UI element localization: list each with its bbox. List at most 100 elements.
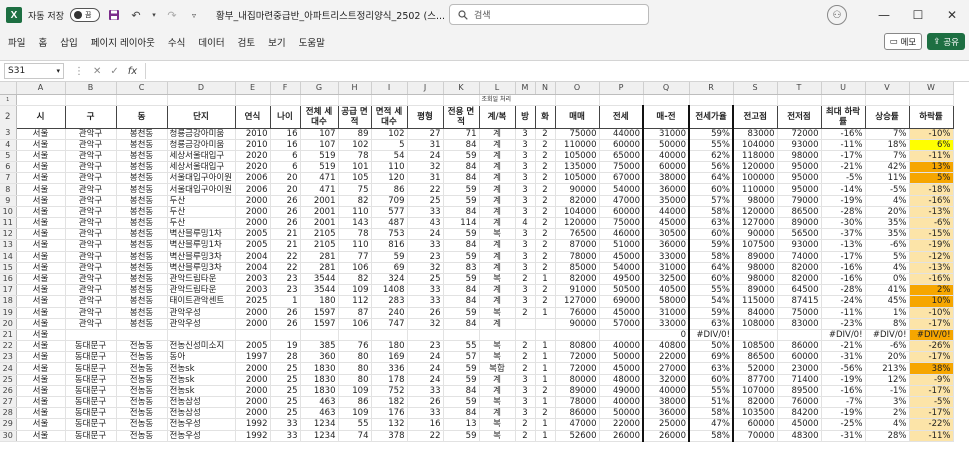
column-title[interactable]: 구: [64, 104, 117, 129]
cell[interactable]: 32: [407, 262, 444, 274]
cell[interactable]: 2: [535, 385, 556, 398]
column-title[interactable]: 동: [115, 104, 168, 129]
cell[interactable]: 1997: [235, 351, 271, 364]
cell[interactable]: 59: [443, 362, 480, 375]
cell[interactable]: 복: [479, 351, 516, 364]
cell[interactable]: 1234: [300, 430, 339, 442]
cell[interactable]: 60%: [688, 183, 734, 196]
column-header-A[interactable]: A: [16, 82, 66, 95]
cell[interactable]: 84: [443, 206, 480, 219]
cell[interactable]: 107000: [733, 385, 778, 398]
cell[interactable]: 2105: [300, 228, 339, 241]
cell[interactable]: 관악구: [65, 161, 117, 174]
cell[interactable]: 2001: [300, 206, 339, 219]
cell[interactable]: 4%: [865, 262, 910, 274]
cell[interactable]: -19%: [821, 374, 866, 386]
cell[interactable]: 2000: [235, 307, 271, 319]
cell[interactable]: [167, 94, 236, 106]
cell[interactable]: 87700: [733, 374, 778, 386]
cell[interactable]: [270, 94, 301, 106]
cell[interactable]: 전농동: [116, 362, 168, 375]
column-header-M[interactable]: M: [515, 82, 536, 95]
cell[interactable]: 26: [270, 195, 301, 207]
cell[interactable]: 계: [479, 161, 516, 174]
cell[interactable]: 봉천동: [116, 284, 168, 297]
cell[interactable]: 80800: [555, 340, 600, 353]
cell[interactable]: 2000: [235, 318, 271, 330]
cell[interactable]: #DIV/0!: [688, 329, 734, 342]
column-title[interactable]: 방: [514, 104, 536, 129]
cell[interactable]: 50500: [599, 284, 644, 297]
cell[interactable]: 89000: [777, 217, 822, 230]
cell[interactable]: 3: [515, 239, 536, 252]
cell[interactable]: 127000: [555, 295, 600, 308]
cell[interactable]: 55%: [688, 385, 734, 398]
column-header-L[interactable]: L: [479, 82, 516, 95]
cell[interactable]: 57: [443, 351, 480, 364]
tab-review[interactable]: 검토: [238, 35, 255, 49]
cell[interactable]: -9%: [909, 374, 954, 386]
row-header[interactable]: 12: [0, 228, 17, 241]
cell[interactable]: 76500: [555, 228, 600, 241]
customize-toolbar-icon[interactable]: ▿: [186, 7, 202, 23]
cell[interactable]: 55: [338, 418, 372, 431]
column-header-W[interactable]: W: [909, 82, 954, 95]
cell[interactable]: 107: [300, 139, 339, 151]
cell[interactable]: 관악구: [65, 318, 117, 330]
cell[interactable]: 102: [338, 139, 372, 151]
column-title[interactable]: 상승률: [864, 104, 910, 129]
cell[interactable]: 33: [270, 430, 301, 442]
cell[interactable]: 71400: [777, 374, 822, 386]
cell[interactable]: 63%: [688, 318, 734, 330]
cell[interactable]: 40000: [599, 340, 644, 353]
cell[interactable]: 2: [535, 284, 556, 297]
cell[interactable]: 84: [443, 407, 480, 420]
maximize-icon[interactable]: ☐: [901, 0, 935, 30]
column-title[interactable]: 매-전: [642, 104, 690, 129]
cell[interactable]: 봉천동: [116, 217, 168, 230]
autosave-toggle[interactable]: 끔: [69, 8, 100, 22]
cell[interactable]: 계: [479, 407, 516, 420]
cell[interactable]: 2: [535, 228, 556, 241]
cell[interactable]: [371, 94, 408, 106]
cell[interactable]: 60000: [642, 161, 690, 174]
cell[interactable]: 80000: [555, 374, 600, 386]
cell[interactable]: -16%: [821, 385, 866, 398]
column-header-K[interactable]: K: [443, 82, 480, 95]
cell[interactable]: 두산: [167, 195, 236, 207]
column-header-S[interactable]: S: [733, 82, 778, 95]
cell[interactable]: 40000: [642, 150, 690, 163]
cell[interactable]: 324: [371, 273, 408, 286]
column-title[interactable]: 전용 면적: [442, 104, 480, 129]
cell[interactable]: [777, 329, 822, 342]
cell[interactable]: 60000: [599, 206, 644, 219]
cell[interactable]: 동대문구: [65, 430, 117, 442]
cell[interactable]: 38000: [642, 396, 690, 409]
cell[interactable]: 25000: [642, 418, 690, 431]
cell[interactable]: 25: [270, 396, 301, 409]
cell[interactable]: 2006: [235, 172, 271, 185]
cell[interactable]: 55%: [688, 139, 734, 151]
cell[interactable]: 복: [479, 228, 516, 241]
cell[interactable]: [535, 318, 556, 330]
cell[interactable]: 54000: [599, 183, 644, 196]
cell[interactable]: 벽산블루밍3차: [167, 251, 236, 263]
cell[interactable]: 59: [443, 195, 480, 207]
cell[interactable]: 3: [515, 407, 536, 420]
cell[interactable]: 108500: [733, 340, 778, 353]
formula-input[interactable]: [145, 63, 969, 79]
cell[interactable]: 전농sk: [167, 374, 236, 386]
cell[interactable]: 2010: [235, 139, 271, 151]
cell[interactable]: [407, 329, 444, 342]
row-header[interactable]: 29: [0, 418, 17, 431]
cell[interactable]: 33000: [642, 251, 690, 263]
cell[interactable]: 2: [535, 183, 556, 196]
cell[interactable]: 120000: [733, 206, 778, 219]
cell[interactable]: [300, 94, 339, 106]
cell[interactable]: 1: [535, 396, 556, 409]
cell[interactable]: 69%: [688, 351, 734, 364]
cell[interactable]: 84200: [777, 407, 822, 420]
cell[interactable]: 31000: [642, 307, 690, 319]
cell[interactable]: 76: [338, 340, 372, 353]
cell[interactable]: 80: [338, 362, 372, 375]
